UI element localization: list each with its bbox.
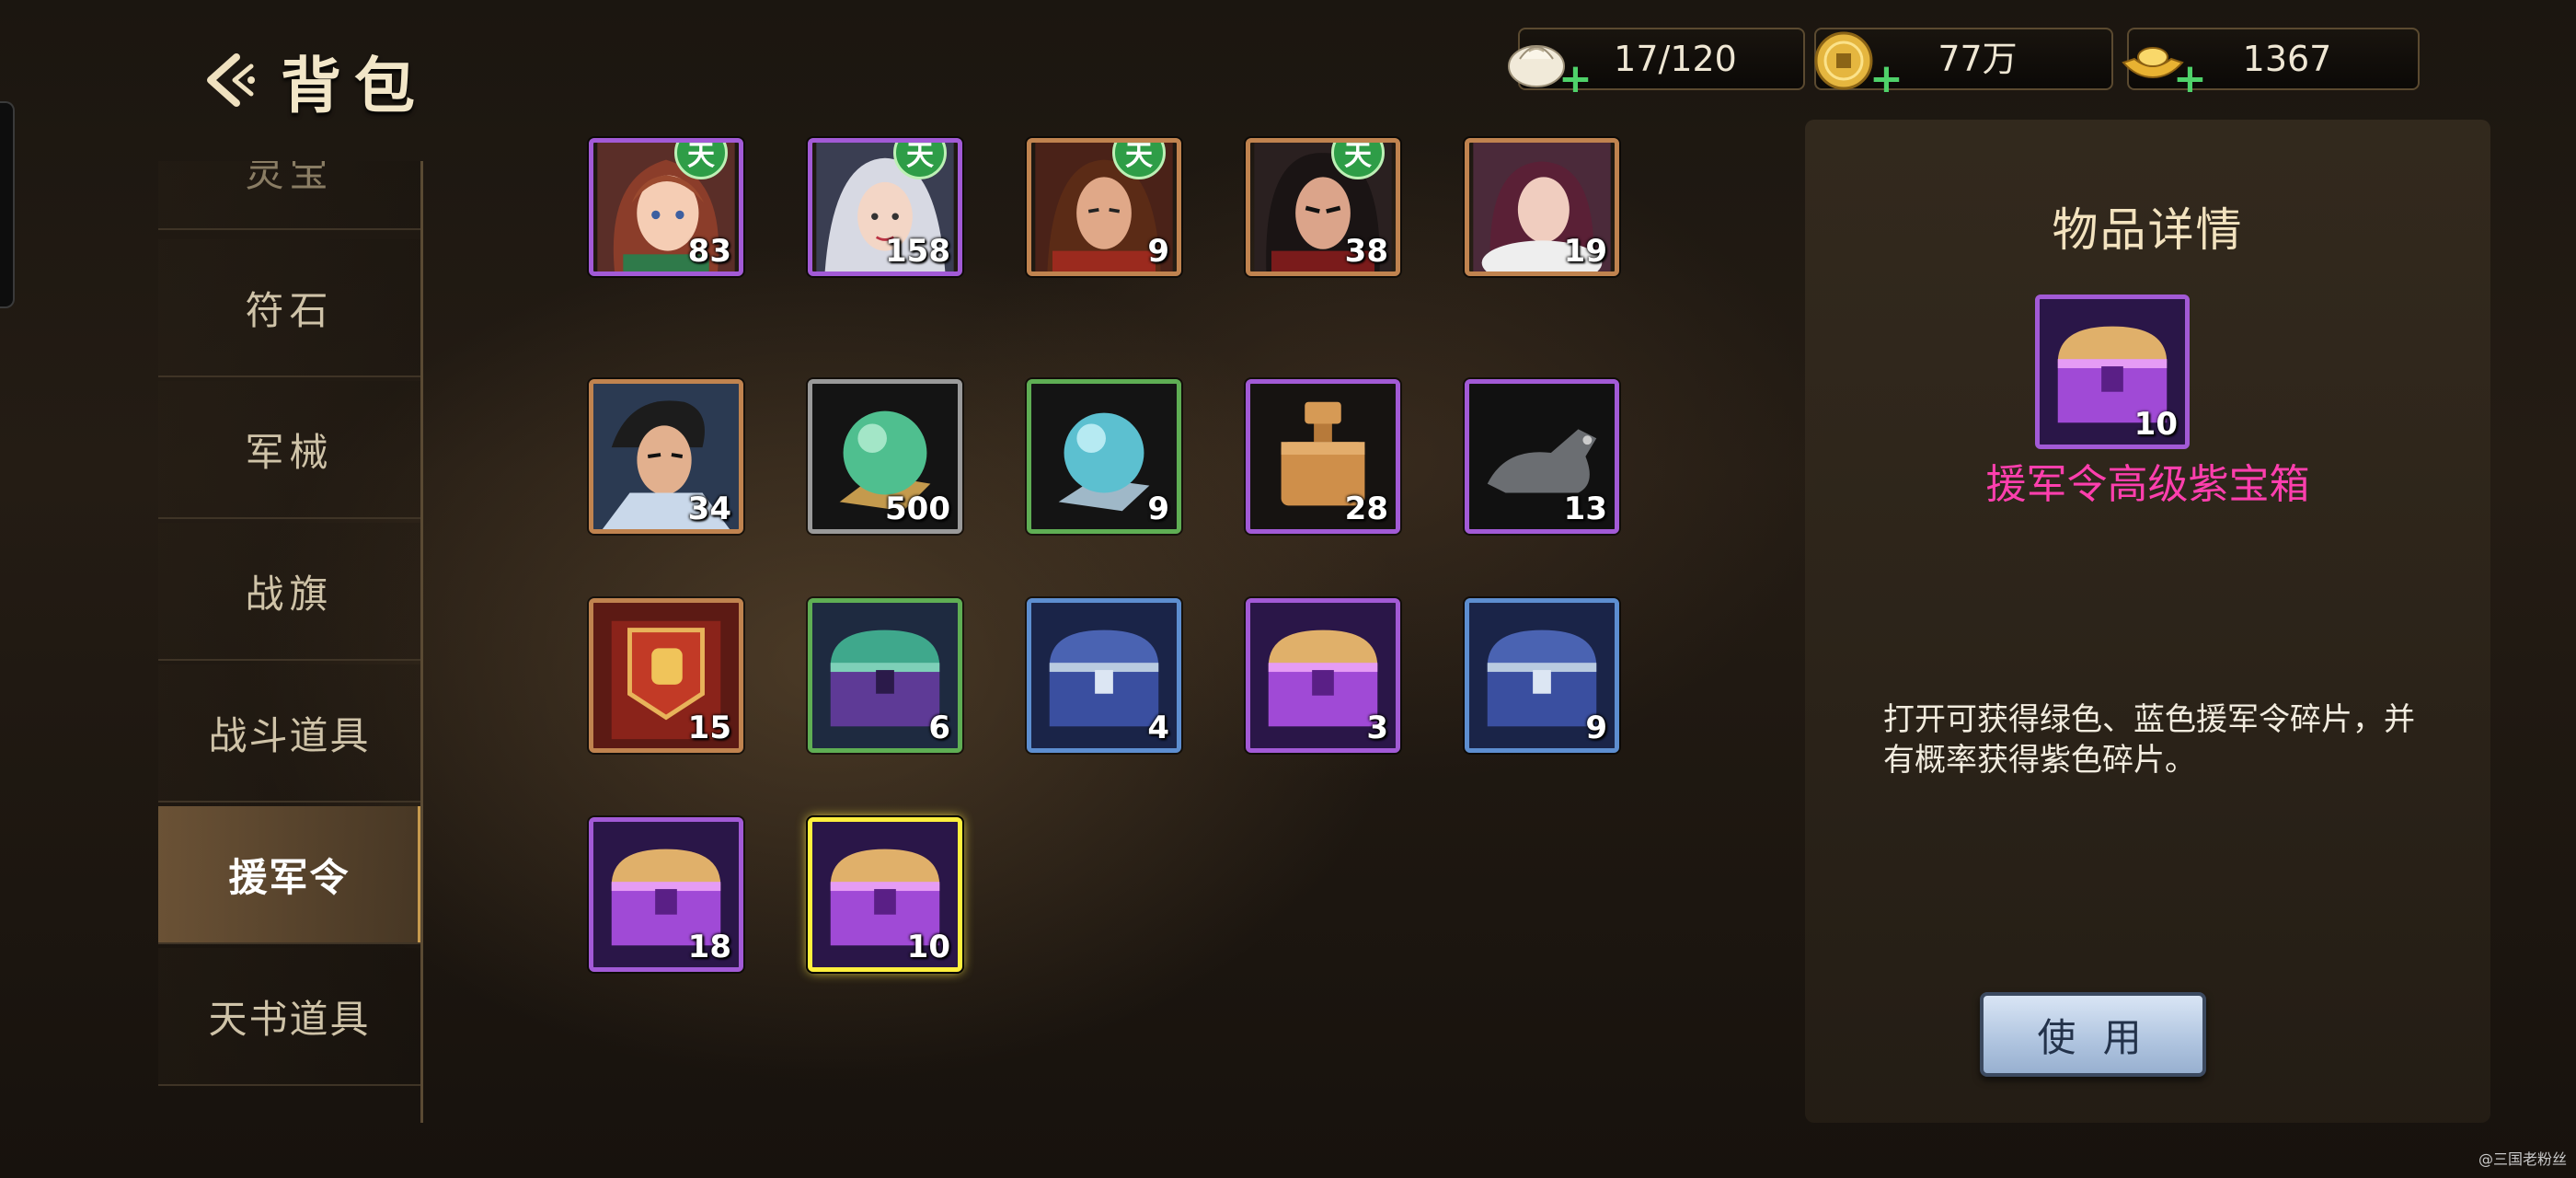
back-arrow-icon[interactable] [198, 48, 262, 112]
item-count: 34 [687, 491, 731, 527]
item-count: 13 [1563, 491, 1607, 527]
detail-description: 打开可获得绿色、蓝色援军令碎片，并有概率获得紫色碎片。 [1883, 701, 2415, 779]
category-tianshu-items[interactable]: 天书道具 [158, 948, 420, 1086]
inventory-slot[interactable]: 9 [1465, 598, 1619, 753]
inventory-slot-selected[interactable]: 10 [808, 817, 962, 972]
category-junxie[interactable]: 军械 [158, 381, 420, 519]
coin-count: 77万 [1938, 39, 2018, 79]
detail-item-icon: 10 [2035, 294, 2190, 449]
category-lingbao[interactable]: 灵宝 [158, 161, 420, 230]
inventory-slot[interactable]: 500 [808, 379, 962, 534]
item-count: 38 [1344, 233, 1388, 270]
item-count: 3 [1366, 710, 1388, 746]
detail-item-count: 10 [2133, 406, 2178, 443]
use-button[interactable]: 使 用 [1980, 992, 2206, 1077]
detail-item-name: 援军令高级紫宝箱 [1985, 461, 2310, 508]
resource-ingot: + 1367 [2122, 28, 2420, 99]
inventory-slot[interactable]: 6 [808, 598, 962, 753]
inventory-slot[interactable]: 28 [1246, 379, 1400, 534]
item-count: 28 [1344, 491, 1388, 527]
category-sidebar: 灵宝 符石 军械 战旗 战斗道具 援军令 天书道具 [158, 161, 423, 1123]
inventory-slot[interactable]: 18 [589, 817, 743, 972]
inventory-slot[interactable]: 天 38 [1246, 138, 1400, 276]
inventory-slot[interactable]: 9 [1027, 379, 1181, 534]
item-count: 4 [1147, 710, 1169, 746]
inventory-slot[interactable]: 34 [589, 379, 743, 534]
item-count: 10 [906, 929, 950, 965]
inventory-slot[interactable]: 13 [1465, 379, 1619, 534]
inventory-slot[interactable]: 天 158 [808, 138, 962, 276]
inventory-slot[interactable]: 19 [1465, 138, 1619, 276]
inventory-slot[interactable]: 4 [1027, 598, 1181, 753]
ingot-count: 1367 [2242, 39, 2332, 79]
watermark: @三国老粉丝 [2478, 1150, 2567, 1168]
item-count: 18 [687, 929, 731, 965]
category-battle-items[interactable]: 战斗道具 [158, 664, 420, 803]
inventory-grid: 天 83 天 158 天 9 天 38 19 34 500 9 28 13 15… [589, 138, 1647, 1003]
item-detail-panel: 物品详情 10 援军令高级紫宝箱 打开可获得绿色、蓝色援军令碎片，并有概率获得紫… [1805, 120, 2490, 1123]
item-count: 19 [1563, 233, 1607, 270]
item-count: 83 [687, 233, 731, 270]
resource-bun: + 17/120 [1508, 28, 1805, 99]
item-count: 15 [687, 710, 731, 746]
page-title: 背包 [281, 50, 428, 121]
category-reinforcement[interactable]: 援军令 [158, 806, 420, 944]
category-zhanqi[interactable]: 战旗 [158, 523, 420, 661]
detail-title: 物品详情 [2052, 203, 2244, 257]
inventory-slot[interactable]: 3 [1246, 598, 1400, 753]
item-count: 158 [885, 233, 950, 270]
inventory-slot[interactable]: 天 9 [1027, 138, 1181, 276]
item-count: 500 [885, 491, 950, 527]
category-fushi[interactable]: 符石 [158, 239, 420, 377]
inventory-slot[interactable]: 天 83 [589, 138, 743, 276]
resource-coin: + 77万 [1814, 28, 2113, 99]
inventory-slot[interactable]: 15 [589, 598, 743, 753]
edge-handle[interactable] [0, 101, 15, 308]
item-count: 9 [1585, 710, 1607, 746]
item-count: 6 [928, 710, 950, 746]
bun-count: 17/120 [1614, 39, 1737, 79]
item-count: 9 [1147, 491, 1169, 527]
item-count: 9 [1147, 233, 1169, 270]
